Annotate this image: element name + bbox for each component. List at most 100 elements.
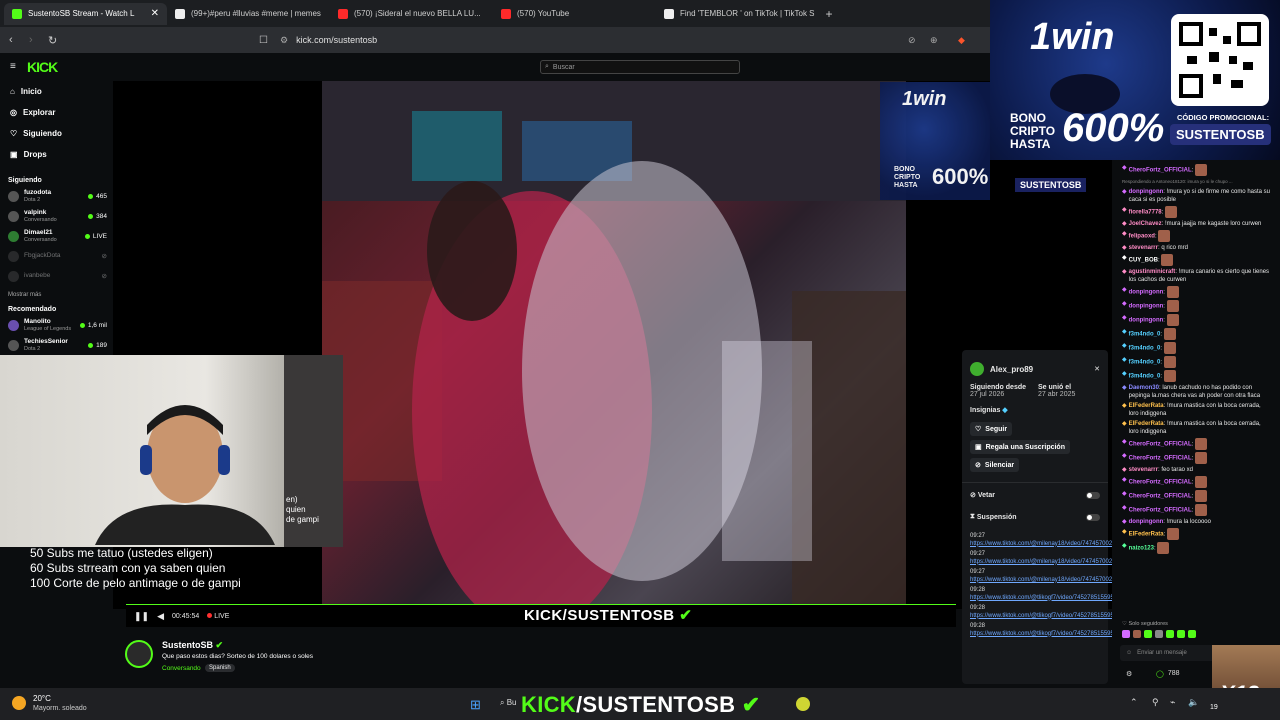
chat-username[interactable]: donpingonn [1129, 318, 1164, 324]
back-icon[interactable]: ‹ [9, 34, 13, 46]
gift-icon: ▣ [975, 444, 982, 451]
mute-button[interactable]: ⊘ Silenciar [970, 458, 1020, 472]
follow-button[interactable]: ♡ Seguir [970, 422, 1013, 436]
close-tab-icon[interactable]: ✕ [151, 8, 159, 19]
microphone-icon[interactable]: ⚲ [1152, 697, 1159, 708]
chat-username[interactable]: fiorella7778 [1129, 210, 1162, 216]
stream-category[interactable]: Conversando [162, 665, 201, 672]
kick-logo[interactable]: KICK [27, 59, 58, 75]
chat-username[interactable]: donpingonn [1129, 189, 1164, 195]
brave-shield-icon[interactable]: ◆ [958, 35, 965, 46]
channel-fbgjackdota[interactable]: FbgjackDota ⊘ [0, 246, 113, 266]
taskbar-search[interactable]: ⌕ Bu [500, 698, 517, 708]
chat-username[interactable]: CUY_BOB [1129, 258, 1158, 264]
reload-icon[interactable]: ↻ [48, 34, 57, 47]
menu-icon[interactable]: ≡ [10, 61, 16, 72]
chat-username[interactable]: stevenarrr [1129, 467, 1158, 473]
nav-inicio[interactable]: ⌂ Inicio [0, 81, 113, 102]
emote-icon[interactable] [1122, 630, 1130, 638]
channel-ivanbebe[interactable]: ivanbebe ⊘ [0, 266, 113, 286]
clock[interactable]: 19 [1210, 704, 1218, 711]
streamer-name[interactable]: SustentoSB ✔ [162, 640, 223, 651]
channel-fuzodota[interactable]: fuzodota Dota 2 465 [0, 186, 113, 206]
url-field[interactable]: ⚙ kick.com/sustentosb [280, 31, 980, 49]
chat-username[interactable]: donpingonn [1129, 304, 1164, 310]
video-player[interactable] [322, 81, 906, 609]
close-icon[interactable]: ✕ [1094, 365, 1100, 373]
chat-username[interactable]: ElFederRata [1129, 532, 1164, 538]
chat-username[interactable]: ElFederRata [1129, 403, 1164, 409]
emote-icon[interactable] [1177, 630, 1185, 638]
pause-icon[interactable]: ❚❚ [134, 611, 149, 622]
channel-techiessenior[interactable]: TechiesSenior Dota 2 189 [0, 335, 113, 355]
chat-username[interactable]: agustinminicraft [1129, 269, 1176, 275]
language-tag[interactable]: Spanish [205, 664, 235, 672]
cast-icon[interactable]: ⊘ [908, 35, 916, 46]
windows-start-icon[interactable]: ⊞ [470, 697, 481, 713]
chat-settings-icon[interactable]: ⚙ [1126, 670, 1132, 678]
emote-icon [1163, 370, 1176, 382]
chat-username[interactable]: felipaoxd [1129, 234, 1155, 240]
bookmark-icon[interactable]: ☐ [259, 35, 268, 46]
timeout-row: ⧗ Suspensión [970, 513, 1100, 521]
site-info-icon[interactable]: ⚙ [280, 35, 288, 46]
emote-icon[interactable] [1188, 630, 1196, 638]
chat-username[interactable]: CheroFortz_OFFICIAL [1129, 168, 1192, 174]
live-dot-icon [84, 233, 90, 239]
emote-icon[interactable] [1133, 630, 1141, 638]
chat-username[interactable]: donpingonn [1129, 519, 1164, 525]
chat-username[interactable]: f3m4ndo_0 [1129, 374, 1161, 380]
tab-sustentosb[interactable]: SustentoSB Stream - Watch L ✕ [4, 2, 167, 25]
nav-drops[interactable]: ▣ Drops [0, 144, 113, 165]
nav-siguiendo[interactable]: ♡ Siguiendo [0, 123, 113, 144]
follow-since-date: 27 jul 2026 [970, 391, 1005, 398]
network-icon[interactable]: ⌁ [1170, 697, 1175, 708]
tab-youtube[interactable]: (570) YouTube [493, 3, 656, 25]
chat-username[interactable]: CheroFortz_OFFICIAL [1129, 442, 1192, 448]
chat-input[interactable]: ☺ Enviar un mensaje [1120, 645, 1215, 661]
weather-temp[interactable]: 20°C [33, 694, 51, 703]
chat-username[interactable]: CheroFortz_OFFICIAL [1129, 494, 1192, 500]
taskbar-app-icon[interactable] [796, 697, 810, 711]
weather-desc[interactable]: Mayorm. soleado [33, 705, 87, 712]
volume-icon[interactable]: ◀ [157, 611, 164, 622]
ban-toggle[interactable] [1086, 491, 1100, 499]
heart-icon: ♡ [975, 426, 982, 433]
gift-sub-button[interactable]: ▣ Regala una Suscripción [970, 440, 1070, 454]
tab-youtube-sideral[interactable]: (570) ¡Sideral el nuevo BELLA LU... [330, 3, 493, 25]
forward-icon[interactable]: › [29, 34, 33, 46]
chat-username[interactable]: naizo123 [1129, 546, 1154, 552]
nav-explorar[interactable]: ◎ Explorar [0, 102, 113, 123]
chat-username[interactable]: f3m4ndo_0 [1129, 346, 1161, 352]
emote-icon[interactable] [1155, 630, 1163, 638]
zoom-icon[interactable]: ⊕ [930, 35, 938, 46]
chat-username[interactable]: f3m4ndo_0 [1129, 332, 1161, 338]
chat-username[interactable]: JoelChavez [1129, 221, 1162, 227]
tray-chevron-icon[interactable]: ⌃ [1130, 697, 1138, 708]
channel-points[interactable]: ◯ 788 [1156, 670, 1180, 678]
show-more-link[interactable]: Mostrar más [0, 286, 113, 300]
emote-icon[interactable] [1144, 630, 1152, 638]
search-input[interactable]: ⌕ Buscar [540, 60, 740, 74]
timeout-toggle[interactable] [1086, 513, 1100, 521]
chat-username[interactable]: Daemon30 [1129, 385, 1159, 391]
chat-username[interactable]: CheroFortz_OFFICIAL [1129, 456, 1192, 462]
new-tab-button[interactable]: + [819, 7, 839, 21]
tab-tiktok-peru[interactable]: (99+)#peru #lluvias #meme | memes [167, 3, 330, 25]
chat-username[interactable]: f3m4ndo_0 [1129, 360, 1161, 366]
chat-username[interactable]: CheroFortz_OFFICIAL [1129, 508, 1192, 514]
volume-icon[interactable]: 🔈 [1188, 697, 1199, 708]
emote-icon [1163, 356, 1176, 368]
emote-icon[interactable] [1166, 630, 1174, 638]
ad-percent-small: 600% [932, 164, 989, 189]
tab-tiktok-temblor[interactable]: Find 'TEMBLOR ' on TikTok | TikTok S [656, 3, 819, 25]
channel-dimael21[interactable]: Dimael21 Conversando LIVE [0, 226, 113, 246]
chat-username[interactable]: donpingonn [1129, 290, 1164, 296]
channel-valpink[interactable]: valpink Conversando 384 [0, 206, 113, 226]
streamer-avatar[interactable] [125, 640, 153, 668]
chat-username[interactable]: stevenarrr [1129, 245, 1158, 251]
live-dot-icon [88, 193, 94, 199]
chat-username[interactable]: CheroFortz_OFFICIAL [1129, 480, 1192, 486]
chat-username[interactable]: ElFederRata [1129, 421, 1164, 427]
channel-manolito[interactable]: Manolito League of Legends 1,6 mil [0, 315, 113, 335]
